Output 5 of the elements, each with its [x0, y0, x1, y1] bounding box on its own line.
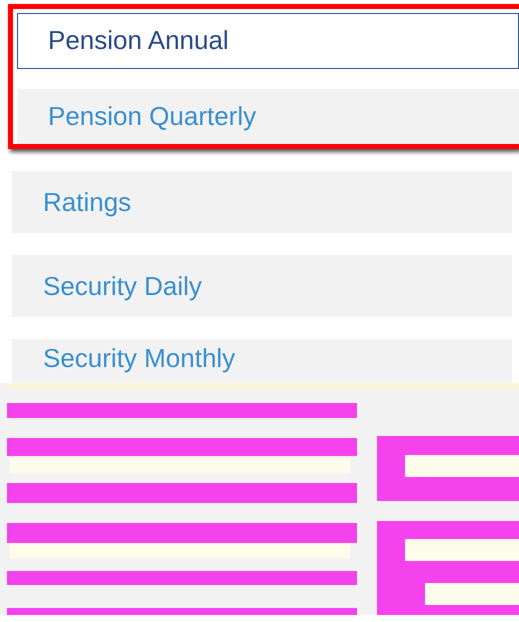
list-item[interactable]: Security Monthly	[12, 339, 512, 383]
list-item[interactable]: Security Daily	[12, 255, 512, 317]
list-item[interactable]: Ratings	[12, 171, 512, 233]
list-item[interactable]: Pension Quarterly	[17, 88, 519, 144]
list-item[interactable]: Pension Annual	[17, 13, 519, 68]
